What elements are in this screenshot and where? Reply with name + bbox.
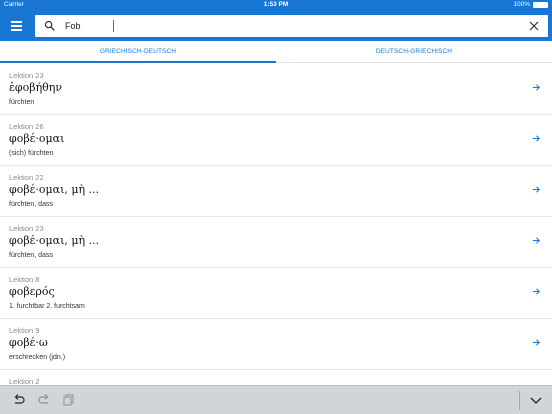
tab-griechisch-deutsch[interactable]: GRIECHISCH-DEUTSCH: [0, 41, 276, 63]
chevron-down-icon[interactable]: [529, 393, 543, 407]
arrow-right-icon[interactable]: [532, 287, 541, 296]
text-cursor: [113, 20, 114, 32]
paste-icon[interactable]: [62, 393, 76, 407]
close-icon[interactable]: [529, 21, 539, 31]
german-translation: fürchten, dass: [9, 201, 53, 208]
greek-term: ἐφοβήθην: [9, 81, 63, 94]
lesson-label: Lektion 22: [9, 173, 44, 182]
list-item[interactable]: Lektion 8 φοβερός 1. furchtbar 2. furcht…: [0, 268, 552, 319]
arrow-right-icon[interactable]: [532, 185, 541, 194]
battery-icon: [533, 2, 548, 8]
list-item[interactable]: Lektion 26 φοβέ·ομαι (sich) fürchten: [0, 115, 552, 166]
search-icon: [44, 20, 55, 31]
greek-term: φοβέ·ομαι, μὴ ...: [9, 183, 100, 196]
lesson-label: Lektion 8: [9, 275, 40, 284]
german-translation: erschrecken (jdn.): [9, 354, 66, 361]
greek-term: φοβέ·ομαι: [9, 132, 65, 145]
arrow-right-icon[interactable]: [532, 83, 541, 92]
results-list: Lektion 23 ἐφοβήθην fürchten Lektion 26 …: [0, 64, 552, 385]
undo-icon[interactable]: [12, 393, 26, 407]
list-item[interactable]: Lektion 23 φοβέ·ομαι, μὴ ... fürchten, d…: [0, 217, 552, 268]
arrow-right-icon[interactable]: [532, 338, 541, 347]
redo-icon[interactable]: [37, 393, 51, 407]
greek-term: φοβερός: [9, 285, 55, 298]
lesson-label: Lektion 23: [9, 224, 44, 233]
german-translation: fürchten, dass: [9, 252, 53, 259]
divider: [519, 391, 520, 410]
battery-percent: 100%: [513, 1, 530, 8]
list-item[interactable]: Lektion 22 φοβέ·ομαι, μὴ ... fürchten, d…: [0, 166, 552, 217]
list-item[interactable]: Lektion 2: [0, 370, 552, 385]
arrow-right-icon[interactable]: [532, 236, 541, 245]
lesson-label: Lektion 2: [9, 377, 40, 385]
tab-bar: GRIECHISCH-DEUTSCH DEUTSCH-GRIECHISCH: [0, 41, 552, 63]
german-translation: fürchten: [9, 99, 35, 106]
lesson-label: Lektion 23: [9, 71, 44, 80]
list-item[interactable]: Lektion 23 ἐφοβήθην fürchten: [0, 64, 552, 115]
tab-deutsch-griechisch[interactable]: DEUTSCH-GRIECHISCH: [276, 41, 552, 63]
list-item[interactable]: Lektion 9 φοβέ·ω erschrecken (jdn.): [0, 319, 552, 370]
lesson-label: Lektion 9: [9, 326, 40, 335]
status-bar: Carrier 1:53 PM 100%: [0, 0, 552, 10]
app-bar: [0, 10, 552, 41]
german-translation: (sich) fürchten: [9, 150, 54, 157]
greek-term: φοβέ·ω: [9, 336, 48, 349]
hamburger-icon[interactable]: [6, 16, 26, 36]
keyboard-shortcut-bar: [0, 385, 552, 414]
arrow-right-icon[interactable]: [532, 134, 541, 143]
greek-term: φοβέ·ομαι, μὴ ...: [9, 234, 100, 247]
lesson-label: Lektion 26: [9, 122, 44, 131]
search-input[interactable]: [65, 18, 505, 34]
search-box: [35, 15, 548, 37]
german-translation: 1. furchtbar 2. furchtsam: [9, 303, 85, 310]
status-time: 1:53 PM: [263, 1, 289, 8]
